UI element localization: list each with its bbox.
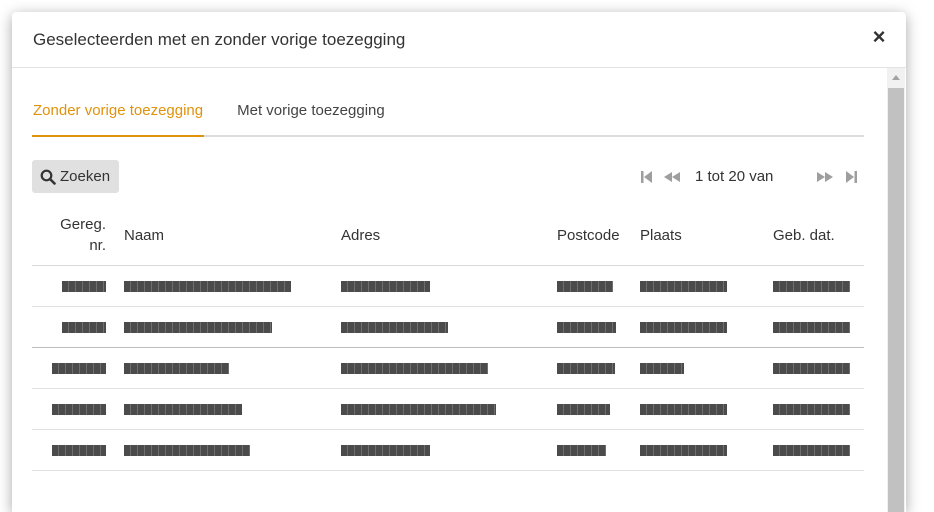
redacted-value <box>773 280 850 292</box>
tab-met-vorige-toezegging[interactable]: Met vorige toezegging <box>236 92 386 137</box>
redacted-value <box>557 362 615 374</box>
redacted-value <box>341 403 496 415</box>
redacted-value <box>557 280 613 292</box>
cell-plaats <box>632 388 765 430</box>
redacted-value <box>557 444 606 456</box>
redacted-value <box>341 444 430 456</box>
redacted-value <box>341 321 448 333</box>
cell-gereg-nr <box>32 429 116 471</box>
redacted-value <box>640 280 727 292</box>
dialog-body: Zonder vorige toezegging Met vorige toez… <box>32 68 864 471</box>
redacted-value <box>557 321 616 333</box>
vertical-scrollbar[interactable] <box>887 68 905 512</box>
redacted-value <box>124 362 229 374</box>
dialog-title: Geselecteerden met en zonder vorige toez… <box>33 30 406 49</box>
cell-adres <box>333 265 549 307</box>
redacted-value <box>124 403 242 415</box>
redacted-value <box>773 444 850 456</box>
column-header-label: Gereg. nr. <box>60 216 106 254</box>
table-row[interactable] <box>32 265 864 307</box>
cell-gereg-nr <box>32 265 116 307</box>
cell-postcode <box>549 429 632 471</box>
table-row[interactable] <box>32 429 864 471</box>
redacted-value <box>52 362 106 374</box>
table-row[interactable] <box>32 388 864 430</box>
dialog: Geselecteerden met en zonder vorige toez… <box>12 12 906 512</box>
table-header-row: Gereg. nr. Naam Adres Postcode Plaats Ge… <box>32 205 864 266</box>
redacted-value <box>62 280 106 292</box>
column-header-geb-dat[interactable]: Geb. dat. <box>765 205 864 266</box>
column-header-adres[interactable]: Adres <box>333 205 549 266</box>
cell-plaats <box>632 347 765 389</box>
redacted-value <box>341 362 488 374</box>
pagination-range: 1 tot 20 van <box>695 168 774 185</box>
dialog-header: Geselecteerden met en zonder vorige toez… <box>12 12 906 68</box>
last-page-icon[interactable] <box>846 160 857 193</box>
redacted-value <box>557 403 610 415</box>
cell-postcode <box>549 347 632 389</box>
cell-adres <box>333 347 549 389</box>
cell-adres <box>333 429 549 471</box>
cell-naam <box>116 388 333 430</box>
redacted-value <box>773 403 850 415</box>
redacted-value <box>52 403 106 415</box>
redacted-value <box>640 444 727 456</box>
redacted-value <box>640 321 727 333</box>
scroll-up-arrow-icon[interactable] <box>892 75 900 80</box>
table-row[interactable] <box>32 306 864 348</box>
redacted-value <box>124 280 291 292</box>
redacted-value <box>640 362 684 374</box>
pagination-range-container: 1 tot 20 van <box>695 160 773 193</box>
cell-gereg-nr <box>32 388 116 430</box>
cell-plaats <box>632 306 765 348</box>
cell-postcode <box>549 265 632 307</box>
column-header-naam[interactable]: Naam <box>116 205 333 266</box>
results-table: Gereg. nr. Naam Adres Postcode Plaats Ge… <box>32 205 864 471</box>
cell-plaats <box>632 429 765 471</box>
cell-naam <box>116 265 333 307</box>
cell-gereg-nr <box>32 306 116 348</box>
cell-gereg-nr <box>32 347 116 389</box>
cell-geb-dat <box>765 306 864 348</box>
tab-zonder-vorige-toezegging[interactable]: Zonder vorige toezegging <box>32 92 205 137</box>
redacted-value <box>62 321 106 333</box>
scrollbar-thumb[interactable] <box>888 88 904 512</box>
cell-naam <box>116 429 333 471</box>
tab-bar: Zonder vorige toezegging Met vorige toez… <box>32 92 864 137</box>
cell-adres <box>333 388 549 430</box>
cell-plaats <box>632 265 765 307</box>
cell-postcode <box>549 306 632 348</box>
redacted-value <box>124 444 250 456</box>
cell-geb-dat <box>765 265 864 307</box>
redacted-value <box>124 321 272 333</box>
cell-geb-dat <box>765 388 864 430</box>
redacted-value <box>640 403 727 415</box>
previous-page-icon[interactable] <box>664 160 680 193</box>
cell-naam <box>116 347 333 389</box>
column-header-gereg-nr[interactable]: Gereg. nr. <box>32 205 116 266</box>
column-header-postcode[interactable]: Postcode <box>549 205 632 266</box>
cell-geb-dat <box>765 347 864 389</box>
search-button-label: Zoeken <box>60 168 111 185</box>
search-button[interactable]: Zoeken <box>32 160 119 193</box>
cell-geb-dat <box>765 429 864 471</box>
first-page-icon[interactable] <box>641 160 652 193</box>
redacted-value <box>341 280 430 292</box>
cell-naam <box>116 306 333 348</box>
toolbar: Zoeken 1 tot 20 van <box>32 160 864 193</box>
redacted-value <box>773 321 850 333</box>
redacted-value <box>773 362 850 374</box>
search-icon <box>40 169 56 185</box>
next-page-icon[interactable] <box>817 160 833 193</box>
close-icon[interactable]: × <box>872 26 886 48</box>
table-row[interactable] <box>32 347 864 389</box>
cell-postcode <box>549 388 632 430</box>
redacted-value <box>52 444 106 456</box>
cell-adres <box>333 306 549 348</box>
column-header-plaats[interactable]: Plaats <box>632 205 765 266</box>
